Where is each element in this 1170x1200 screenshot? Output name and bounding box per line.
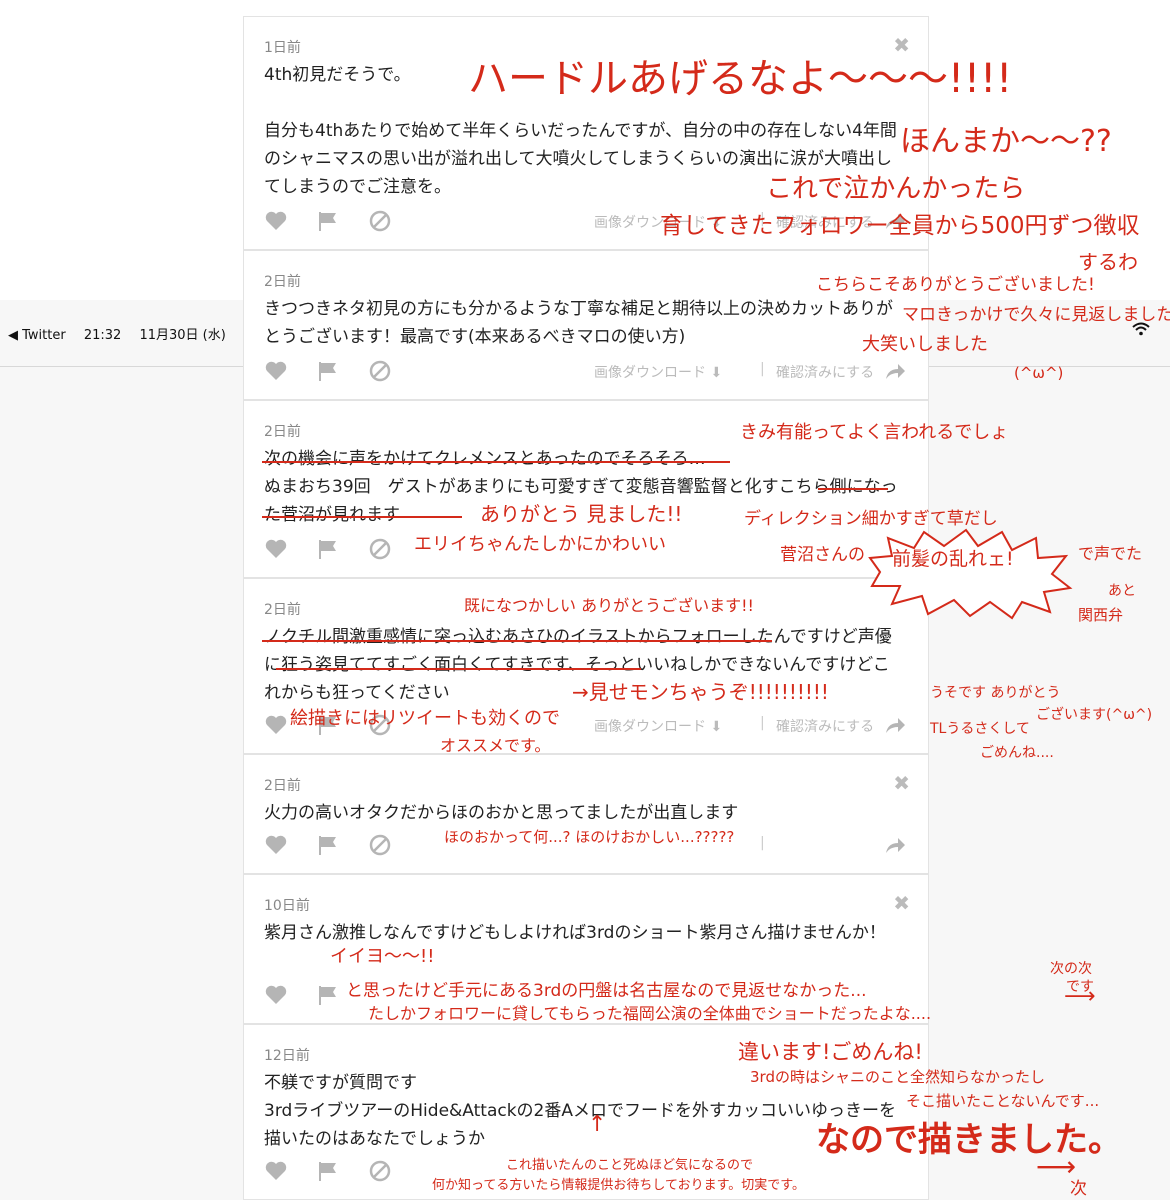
ban-icon[interactable]	[368, 833, 392, 857]
annotation-text: (^ω^)	[1014, 364, 1064, 382]
annotation-text: 既になつかしい ありがとうございます!!	[464, 596, 754, 615]
annotation-text: 菅沼さんの	[780, 545, 865, 565]
annotation-text: →見せモンちゃうぞ!!!!!!!!!!	[572, 680, 829, 704]
share-icon[interactable]	[884, 361, 906, 381]
annotation-text: 違います!ごめんね!	[738, 1040, 923, 1064]
back-to-twitter-link[interactable]: ◀ Twitter	[8, 328, 66, 343]
mark-confirmed-button[interactable]: 確認済みにする	[776, 716, 874, 736]
flag-icon[interactable]	[316, 209, 340, 233]
action-divider: |	[760, 361, 765, 377]
flag-icon[interactable]	[316, 983, 340, 1007]
annotation-text: 絵描きにはリツイートも効くので	[290, 708, 560, 729]
heart-icon[interactable]	[264, 537, 288, 561]
message-time: 2日前	[264, 778, 301, 794]
underline-mark	[262, 640, 772, 642]
message-time: 2日前	[264, 274, 301, 290]
message-body: きつつきネタ初見の方にも分かるような丁寧な補足と期待以上の決めカットありがとうご…	[264, 299, 893, 347]
underline-mark	[262, 516, 462, 518]
annotation-text: きみ有能ってよく言われるでしょ	[740, 422, 1009, 443]
flag-icon[interactable]	[316, 833, 340, 857]
ban-icon[interactable]	[368, 1159, 392, 1183]
close-icon[interactable]: ✖	[893, 771, 910, 795]
annotation-text: ありがとう 見ました!!	[480, 502, 683, 526]
annotation-text: オススメです。	[440, 736, 551, 755]
annotation-text: マロきっかけで久々に見返しました	[902, 305, 1170, 325]
annotation-text: あと	[1108, 583, 1136, 599]
ban-icon[interactable]	[368, 359, 392, 383]
annotation-text: 3rdの時はシャニのこと全然知らなかったし	[750, 1068, 1045, 1086]
heart-icon[interactable]	[264, 359, 288, 383]
annotation-text: 次の次	[1050, 961, 1092, 977]
heart-icon[interactable]	[264, 209, 288, 233]
status-date: 11月30日 (水)	[139, 328, 226, 343]
heart-icon[interactable]	[264, 983, 288, 1007]
download-icon: ⬇	[710, 719, 723, 735]
message-time: 2日前	[264, 424, 301, 440]
message-time: 12日前	[264, 1048, 310, 1064]
ban-icon[interactable]	[368, 537, 392, 561]
annotation-text: ハードルあげるなよ〜〜〜!!!!	[468, 56, 1013, 102]
annotation-text: ほんまか〜〜??	[900, 124, 1112, 159]
annotation-text: 前髪の乱れェ!	[892, 548, 1014, 570]
annotation-text: と思ったけど手元にある3rdの円盤は名古屋なので見返せなかった...	[346, 981, 867, 1001]
underline-mark	[262, 461, 730, 463]
action-divider: |	[760, 715, 765, 731]
underline-mark	[818, 488, 888, 490]
action-divider: |	[760, 835, 765, 851]
annotation-text: これ描いたんのこと死ぬほど気になるので	[506, 1158, 754, 1173]
annotation-text: TLうるさくして	[930, 721, 1030, 737]
annotation-text: そこ描いたことないんです...	[906, 1092, 1100, 1110]
message-time: 10日前	[264, 898, 310, 914]
message-card: 2日前 ✖ 火力の高いオタクだからほのおかと思ってましたが出直します |	[243, 754, 929, 874]
share-icon[interactable]	[884, 835, 906, 855]
flag-icon[interactable]	[316, 359, 340, 383]
annotation-text: 育してきたフォロワー全員から500円ずつ徴収	[660, 213, 1140, 239]
status-left: ◀ Twitter 21:32 11月30日 (水)	[8, 324, 240, 343]
message-actions: 画像ダウンロード ⬇ | 確認済みにする	[264, 359, 914, 385]
annotation-text: ディレクション細かすぎて草だし	[744, 509, 998, 529]
arrow-mark: ⟶	[1064, 984, 1096, 1009]
annotation-text: ほのおかって何...? ほのけおかしい...?????	[444, 828, 735, 846]
image-download-button[interactable]: 画像ダウンロード ⬇	[594, 362, 722, 382]
heart-icon[interactable]	[264, 833, 288, 857]
image-download-label: 画像ダウンロード	[594, 719, 706, 735]
annotation-text: 何か知ってる方いたら情報提供お待ちしております。切実です。	[432, 1178, 805, 1193]
heart-icon[interactable]	[264, 1159, 288, 1183]
mark-confirmed-button[interactable]: 確認済みにする	[776, 362, 874, 382]
download-icon: ⬇	[710, 365, 723, 381]
starburst-shape	[868, 528, 1073, 620]
ban-icon[interactable]	[368, 209, 392, 233]
annotation-text: こちらこそありがとうございました!	[816, 275, 1095, 295]
message-time: 1日前	[264, 40, 301, 56]
status-time: 21:32	[83, 328, 122, 343]
message-body: 火力の高いオタクだからほのおかと思ってましたが出直します	[264, 803, 739, 823]
annotation-text: 大笑いしました	[862, 334, 988, 355]
close-icon[interactable]: ✖	[893, 891, 910, 915]
annotation-text: 次	[1070, 1179, 1087, 1199]
heart-icon[interactable]	[264, 713, 288, 737]
annotation-text: イイヨ〜〜!!	[330, 946, 435, 967]
annotation-text: これで泣かんかったら	[766, 174, 1026, 204]
annotation-text: うそです ありがとう	[930, 685, 1061, 701]
annotation-text: ございます(^ω^)	[1036, 707, 1153, 723]
annotation-text: ごめんね....	[980, 745, 1054, 761]
underline-mark	[276, 668, 641, 670]
image-download-label: 画像ダウンロード	[594, 365, 706, 381]
flag-icon[interactable]	[316, 537, 340, 561]
annotation-text: エリイちゃんたしかにかわいい	[414, 534, 666, 555]
annotation-text: 関西弁	[1078, 606, 1124, 624]
message-time: 2日前	[264, 602, 301, 618]
share-icon[interactable]	[884, 715, 906, 735]
annotation-text: たしかフォロワーに貸してもらった福岡公演の全体曲でショートだったよな....	[368, 1004, 932, 1023]
annotation-text: で声でた	[1078, 544, 1143, 563]
image-download-button[interactable]: 画像ダウンロード ⬇	[594, 716, 722, 736]
arrow-mark: ↑	[588, 1112, 607, 1137]
flag-icon[interactable]	[316, 1159, 340, 1183]
